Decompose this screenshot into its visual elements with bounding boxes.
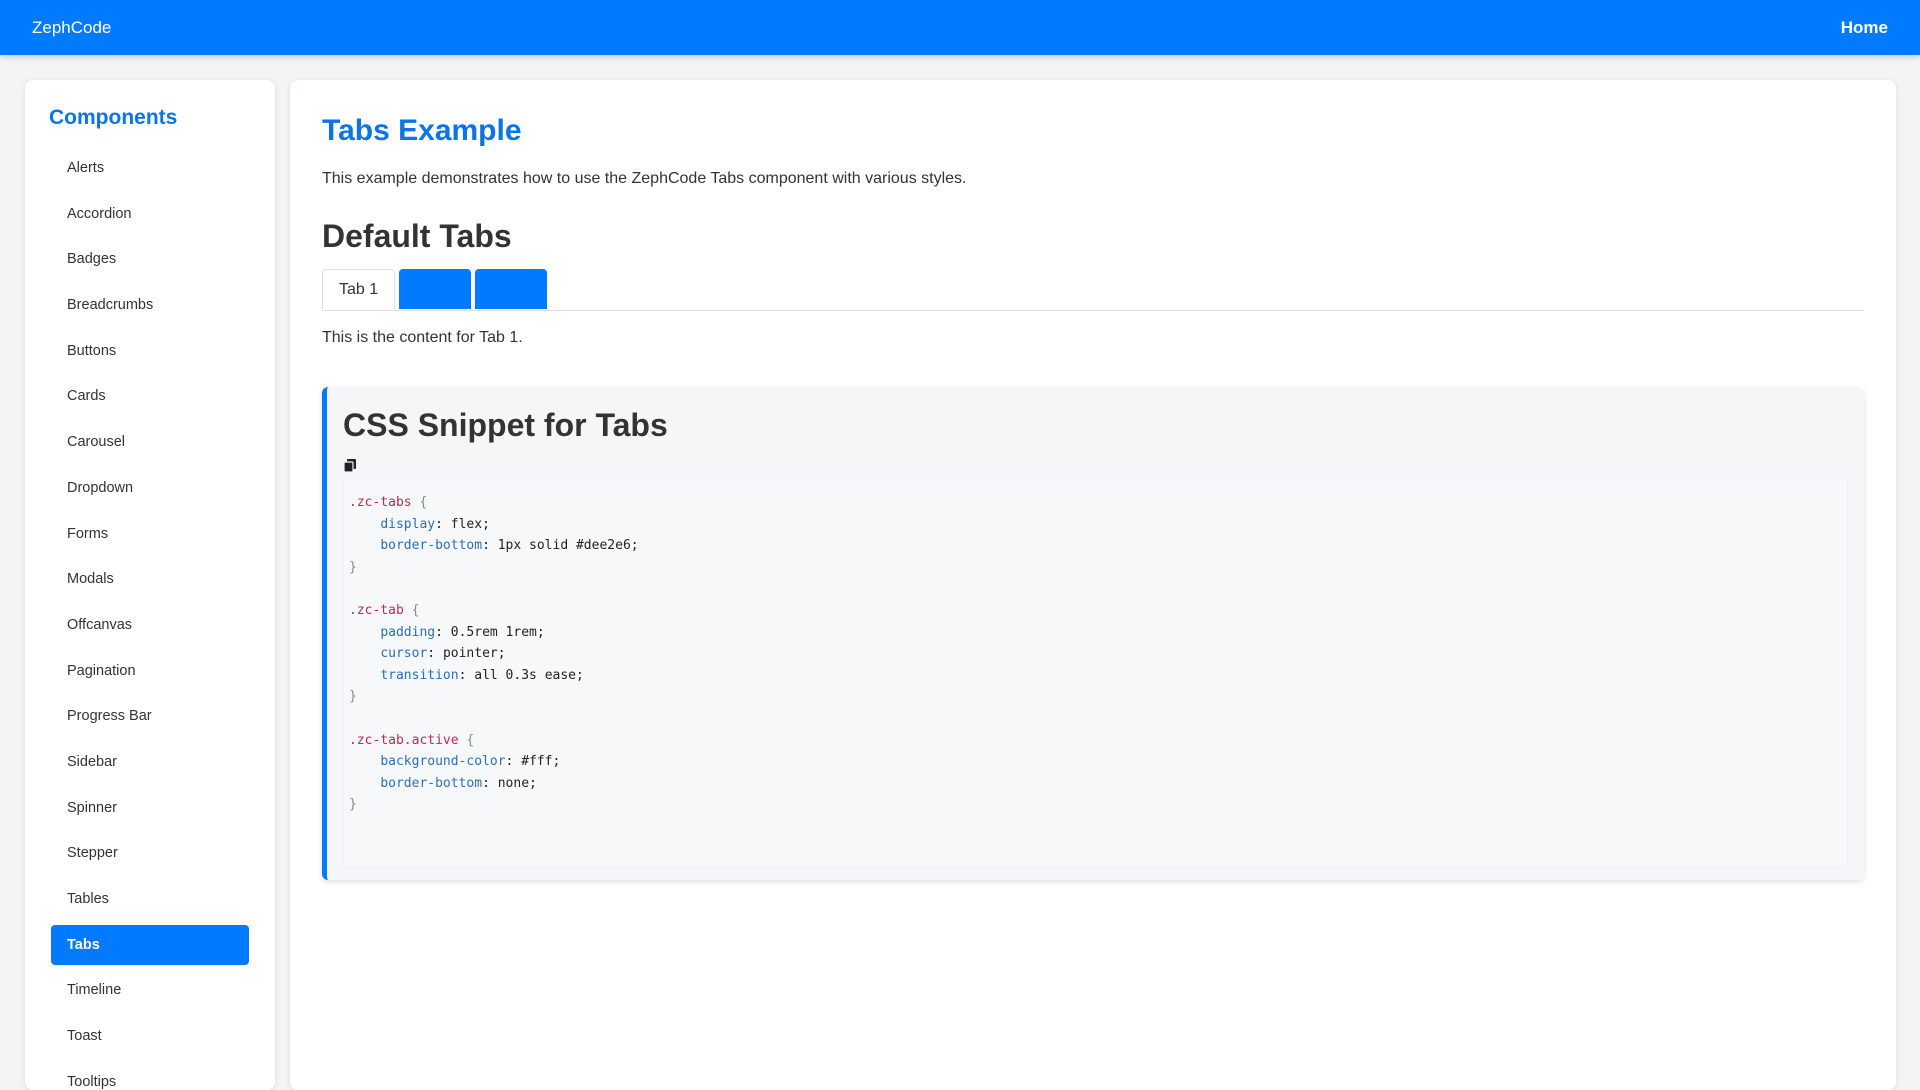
css-snippet-panel: CSS Snippet for Tabs .zc-tabs { display:… [322, 387, 1864, 880]
sidebar-item-toast[interactable]: Toast [51, 1016, 249, 1056]
tab-2[interactable]: Tab 2 [399, 269, 472, 309]
sidebar-title: Components [49, 106, 178, 129]
sidebar-item-tooltips[interactable]: Tooltips [51, 1062, 249, 1090]
sidebar-item-forms[interactable]: Forms [51, 514, 249, 554]
css-value: pointer [442, 646, 498, 662]
sidebar-item-dropdown[interactable]: Dropdown [51, 468, 249, 508]
css-selector: .zc-tab.active [349, 732, 459, 748]
tab-3[interactable]: Tab 3 [475, 269, 548, 309]
css-property: border-bottom [380, 775, 483, 791]
sidebar-item-cards[interactable]: Cards [51, 376, 249, 416]
css-value: 0.5rem 1rem [450, 624, 537, 640]
page-title: Tabs Example [322, 114, 522, 147]
sidebar-item-pagination[interactable]: Pagination [51, 651, 249, 691]
home-link[interactable]: Home [1841, 18, 1888, 38]
sidebar-list: Alerts Accordion Badges Breadcrumbs Buttons C… [49, 148, 251, 1090]
default-tabs-heading: Default Tabs [322, 218, 512, 254]
sidebar-item-alerts[interactable]: Alerts [51, 148, 249, 188]
css-property: padding [380, 624, 436, 640]
css-selector: .zc-tabs [349, 495, 412, 510]
css-selector: .zc-tab [349, 602, 404, 618]
sidebar-item-tabs[interactable]: Tabs [51, 924, 249, 965]
brand-link[interactable]: ZephCode [32, 18, 111, 38]
sidebar-item-stepper[interactable]: Stepper [51, 833, 249, 873]
sidebar-item-badges[interactable]: Badges [51, 239, 249, 279]
css-property: cursor [380, 646, 428, 662]
page-intro: This example demonstrates how to use the… [322, 170, 967, 187]
css-value: none [497, 775, 530, 791]
tab-1[interactable]: Tab 1 [322, 269, 396, 309]
sidebar-item-tables[interactable]: Tables [51, 879, 249, 919]
sidebar-item-spinner[interactable]: Spinner [51, 788, 249, 828]
main-content: Tabs Example This example demonstrates h… [290, 80, 1896, 1090]
css-property: border-bottom [380, 538, 483, 554]
css-value: 1px solid #dee2e6 [497, 538, 631, 554]
sidebar-item-breadcrumbs[interactable]: Breadcrumbs [51, 285, 249, 325]
snippet-heading: CSS Snippet for Tabs [343, 407, 668, 443]
top-navbar: ZephCode Home [0, 0, 1920, 55]
tabs-bar: Tab 1 Tab 2 Tab 3 [322, 269, 1864, 311]
sidebar-item-carousel[interactable]: Carousel [51, 422, 249, 462]
css-property: transition [380, 667, 459, 683]
css-value: all 0.3s ease [474, 667, 576, 683]
css-property: display [380, 516, 436, 532]
sidebar-item-progress-bar[interactable]: Progress Bar [51, 696, 249, 736]
css-property: background-color [380, 754, 506, 770]
sidebar-item-accordion[interactable]: Accordion [51, 194, 249, 234]
sidebar-item-timeline[interactable]: Timeline [51, 970, 249, 1010]
sidebar-item-offcanvas[interactable]: Offcanvas [51, 605, 249, 645]
sidebar-item-sidebar[interactable]: Sidebar [51, 742, 249, 782]
sidebar: Components Alerts Accordion Badges Breadcru… [25, 80, 275, 1090]
css-value: #fff [521, 754, 553, 770]
tab-content: This is the content for Tab 1. [322, 329, 523, 346]
sidebar-item-modals[interactable]: Modals [51, 559, 249, 599]
sidebar-item-buttons[interactable]: Buttons [51, 331, 249, 371]
code-block: .zc-tabs { display: flex; border-bottom:… [343, 478, 1848, 868]
copy-icon[interactable] [343, 458, 359, 474]
css-value: flex [450, 516, 483, 532]
